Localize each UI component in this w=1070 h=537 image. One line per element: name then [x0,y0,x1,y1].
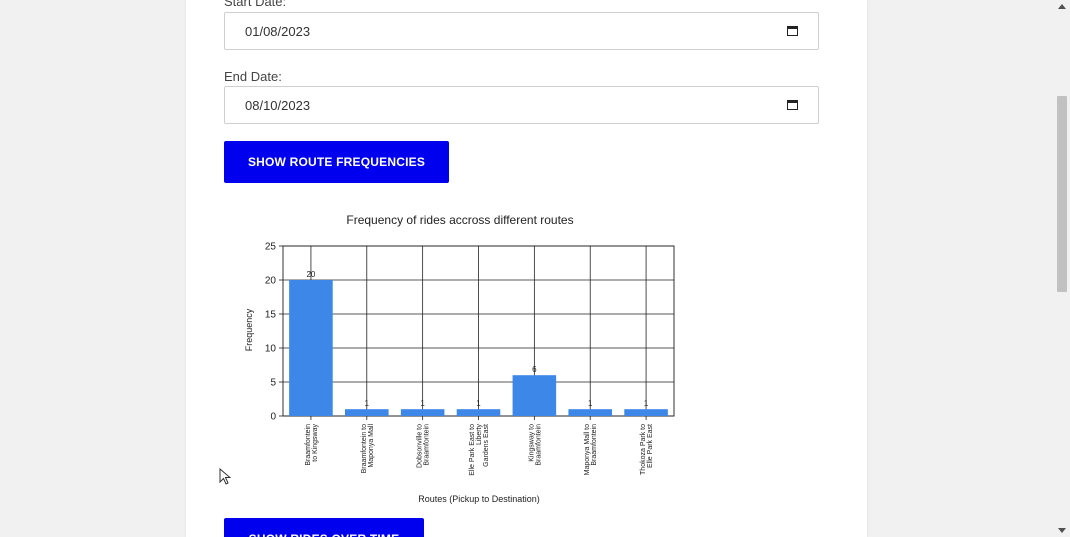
y-axis-ticks: 0 5 10 15 20 25 [265,242,283,423]
bar [289,280,333,416]
y-tick-label: 20 [265,276,277,287]
start-date-input[interactable]: 01/08/2023 [224,12,819,50]
x-tick-label-line: Liberty [476,424,483,446]
bar-value-label: 1 [365,399,370,408]
start-date-value: 01/08/2023 [245,24,311,39]
end-date-label: End Date: [224,69,282,84]
start-date-label: Start Date: [224,0,287,9]
scroll-down-icon[interactable] [1058,528,1066,533]
y-tick-label: 0 [270,412,276,423]
x-tick-label: Elle Park East to Liberty Gardens East [469,424,490,476]
end-date-input[interactable]: 08/10/2023 [224,86,819,124]
y-tick-label: 25 [265,242,277,253]
bar [456,409,501,416]
bar-value-label: 1 [420,399,425,408]
bar-value-label: 20 [306,270,315,279]
x-tick-label-line: Dobsonville to [417,424,424,468]
bar [624,409,668,416]
route-frequency-chart: Frequency of rides accross different rou… [244,213,675,504]
x-tick-label: Thokoza Park to Elle Park East [640,424,654,475]
y-tick-label: 15 [265,310,277,321]
chart-title: Frequency of rides accross different rou… [346,213,573,227]
show-route-frequencies-button[interactable]: SHOW ROUTE FREQUENCIES [224,141,449,183]
y-tick-label: 10 [265,344,277,355]
x-axis-ticks: Braamfontein to Kingsway Braamfontein to Ma… [305,416,654,476]
calendar-icon[interactable] [787,25,798,36]
x-tick-label-line: Braamfontein [591,424,598,466]
x-tick-label-line: Braamfontein to [361,424,368,474]
x-tick-label-line: Maponya Mall [368,424,375,468]
y-axis-label: Frequency [244,308,254,351]
x-tick-label-line: Maponya Mall to [584,424,591,475]
x-tick-label-line: to Kingsway [312,424,319,462]
bar [400,409,445,416]
x-tick-label-line: Braamfontein [424,424,431,466]
form-card: Start Date: 01/08/2023 End Date: 08/10/2… [186,0,867,537]
x-tick-label: Braamfontein to Kingsway [305,424,319,466]
y-tick-label: 5 [270,378,276,389]
x-tick-label-line: Braamfontein [305,424,312,466]
bar-value-label: 6 [532,365,537,374]
bar-value-label: 1 [644,399,649,408]
scroll-up-icon[interactable] [1058,4,1066,9]
calendar-icon[interactable] [787,99,798,110]
x-tick-label-line: Gardens East [483,424,490,467]
x-tick-label-line: Braamfontein [535,424,542,466]
x-tick-label-line: Thokoza Park to [640,424,647,475]
x-tick-label: Dobsonville to Braamfontein [417,424,431,468]
scrollbar-thumb[interactable] [1057,96,1067,292]
mouse-cursor-icon [219,468,231,485]
bar [345,409,389,416]
x-tick-label: Maponya Mall to Braamfontein [584,424,598,475]
bar-value-label: 1 [476,399,481,408]
x-axis-label: Routes (Pickup to Destination) [418,494,540,504]
chart-grid [282,245,675,417]
x-tick-label-line: Kingsway to [528,424,535,462]
bar-value-label: 1 [588,399,593,408]
x-tick-label: Kingsway to Braamfontein [528,424,542,466]
bar [512,375,557,416]
x-tick-label-line: Elle Park East to [469,424,476,476]
show-rides-over-time-button[interactable]: SHOW RIDES OVER TIME [224,518,424,537]
scrollbar[interactable] [1055,0,1070,537]
x-tick-label: Braamfontein to Maponya Mall [361,424,375,474]
x-tick-label-line: Elle Park East [647,424,654,468]
bar [568,409,612,416]
end-date-value: 08/10/2023 [245,98,311,113]
